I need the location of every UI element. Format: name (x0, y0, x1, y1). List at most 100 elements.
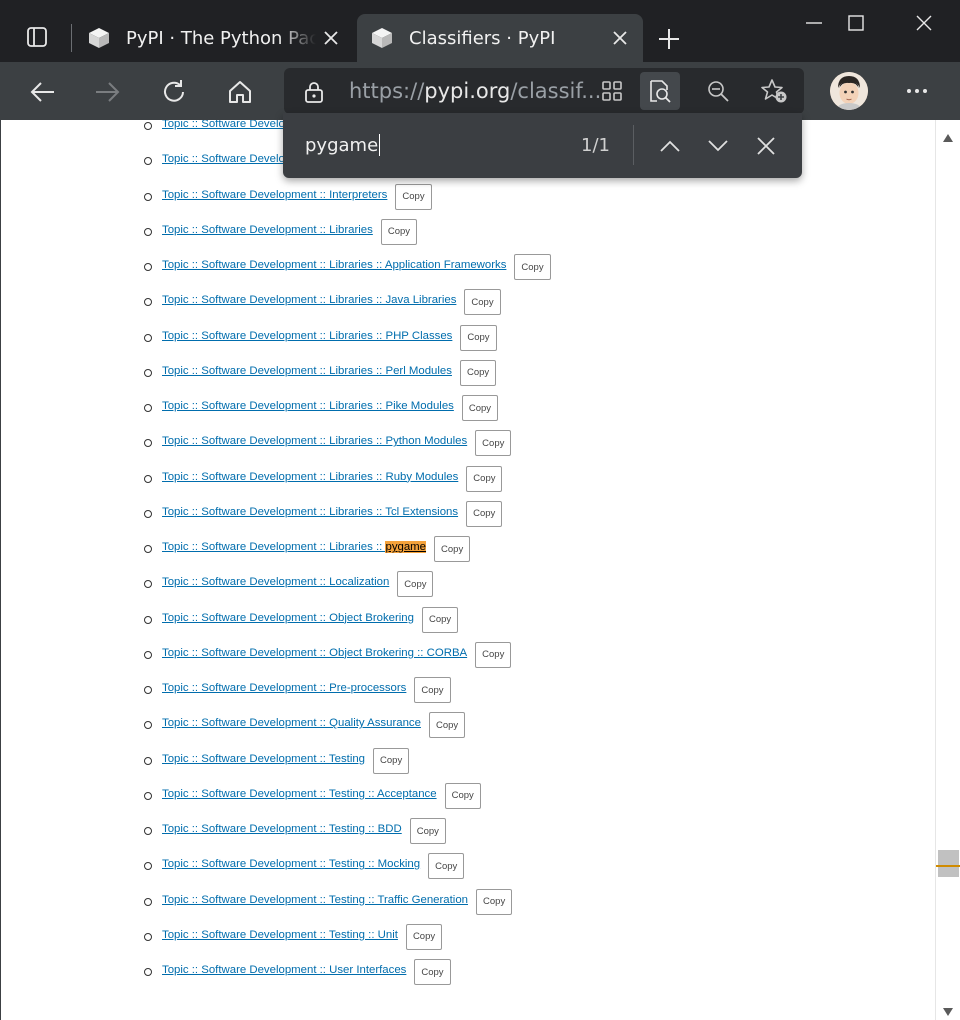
classifier-link[interactable]: Topic :: Software Development :: Librari… (162, 294, 456, 306)
bullet-icon (144, 157, 152, 166)
sidebar-icon[interactable] (22, 22, 52, 52)
maximize-icon[interactable] (838, 8, 874, 38)
home-icon[interactable] (222, 74, 258, 110)
package-icon (86, 25, 112, 51)
copy-button[interactable]: Copy (514, 254, 551, 280)
plus-icon[interactable] (654, 24, 684, 54)
copy-button[interactable]: Copy (405, 923, 443, 950)
copy-button[interactable]: Copy (466, 500, 503, 527)
package-icon (369, 25, 395, 51)
find-match-count: 1/1 (581, 135, 610, 156)
classifier-link[interactable]: Topic :: Software Development :: Librari… (162, 506, 458, 518)
copy-button[interactable]: Copy (466, 465, 503, 492)
bullet-icon (144, 756, 152, 765)
classifier-link[interactable]: Topic :: Software Development :: Testing… (162, 858, 420, 870)
copy-button[interactable]: Copy (409, 818, 446, 844)
refresh-icon[interactable] (156, 74, 192, 110)
classifier-link[interactable]: Topic :: Software Development :: Librari… (162, 435, 467, 447)
tab-title: PyPI · The Python Package Index (126, 27, 316, 49)
classifier-link[interactable]: Topic :: Software Development :: Object … (162, 612, 414, 624)
find-next-icon[interactable] (701, 129, 735, 163)
find-close-icon[interactable] (749, 129, 783, 163)
classifier-link[interactable]: Topic :: Software Development :: Testing… (162, 788, 437, 800)
copy-button[interactable]: Copy (460, 324, 497, 351)
back-icon[interactable] (24, 74, 60, 110)
more-icon[interactable] (902, 74, 932, 108)
bullet-icon (144, 404, 152, 412)
copy-button[interactable]: Copy (475, 641, 512, 668)
zoom-out-icon[interactable] (698, 72, 738, 110)
classifier-link[interactable]: Topic :: Software Development :: Localiz… (162, 576, 389, 588)
minimize-icon[interactable] (796, 8, 832, 38)
classifier-link[interactable]: Topic :: Software Development :: Librari… (162, 400, 454, 412)
url-text: https://pypi.org/classif... (349, 79, 602, 103)
scrollbar-thumb[interactable] (938, 850, 959, 877)
tab-pypi-home[interactable]: PyPI · The Python Package Index (74, 14, 354, 62)
classifier-link[interactable]: Topic :: Software Development :: Librari… (162, 471, 458, 483)
tab-classifiers[interactable]: Classifiers · PyPI (357, 14, 643, 62)
classifier-link[interactable]: Topic :: Software Development :: Librari… (162, 365, 452, 377)
address-bar[interactable]: https://pypi.org/classif... (284, 68, 804, 114)
title-bar: PyPI · The Python Package Index Classifi… (0, 0, 960, 62)
find-icon[interactable] (640, 72, 680, 110)
bullet-icon (144, 897, 152, 906)
copy-button[interactable]: Copy (380, 218, 418, 245)
copy-button[interactable]: Copy (464, 289, 501, 316)
copy-button[interactable]: Copy (459, 359, 497, 386)
copy-button[interactable]: Copy (428, 853, 465, 880)
bullet-icon (144, 298, 152, 307)
classifier-link[interactable]: Topic :: Software Development :: Librari… (162, 541, 427, 553)
copy-button[interactable]: Copy (444, 782, 481, 809)
classifier-link[interactable]: Topic :: Software Development :: Pre-pro… (162, 682, 406, 694)
bullet-icon (144, 122, 152, 130)
apps-icon[interactable] (592, 72, 632, 110)
scroll-down-icon[interactable] (942, 1002, 954, 1016)
bullet-icon (144, 650, 152, 659)
copy-button[interactable]: Copy (434, 536, 471, 562)
classifier-link[interactable]: Topic :: Software Development :: Testing… (162, 894, 468, 906)
find-previous-icon[interactable] (653, 129, 687, 163)
bullet-icon (144, 862, 152, 871)
classifier-link[interactable]: Topic :: Software Development :: Interpr… (162, 189, 387, 201)
classifier-link[interactable]: Topic :: Software Development :: Librari… (162, 330, 452, 342)
bullet-icon (144, 968, 152, 976)
classifier-link[interactable]: Topic :: Software Development :: Librari… (162, 224, 373, 236)
copy-button[interactable]: Copy (373, 747, 410, 774)
classifier-link[interactable]: Topic :: Software Development :: Testing (162, 753, 365, 765)
bullet-icon (144, 791, 152, 800)
close-icon[interactable] (316, 23, 346, 53)
bullet-icon (144, 827, 152, 835)
classifier-link[interactable]: Topic :: Software Development :: Object … (162, 647, 467, 659)
vertical-scrollbar[interactable] (935, 120, 960, 1020)
copy-button[interactable]: Copy (428, 712, 466, 739)
bullet-icon (144, 545, 152, 553)
copy-button[interactable]: Copy (476, 888, 513, 915)
find-highlight: pygame (385, 541, 427, 553)
copy-button[interactable]: Copy (414, 959, 451, 985)
close-window-icon[interactable] (906, 8, 942, 38)
classifier-link[interactable]: Topic :: Software Development :: Librari… (162, 259, 506, 271)
favorites-add-icon[interactable] (754, 72, 794, 110)
avatar[interactable] (830, 72, 868, 110)
copy-button[interactable]: Copy (397, 571, 434, 598)
bullet-icon (144, 439, 152, 448)
page-content: Topic :: Software Development :: Interna… (0, 120, 935, 1020)
copy-button[interactable]: Copy (461, 395, 499, 421)
scroll-up-icon[interactable] (942, 128, 954, 142)
copy-button[interactable]: Copy (414, 677, 451, 703)
forward-icon[interactable] (90, 74, 126, 110)
classifier-link[interactable]: Topic :: Software Development :: Testing… (162, 929, 398, 941)
bullet-icon (144, 580, 152, 589)
find-input[interactable]: pygame (305, 134, 381, 156)
copy-button[interactable]: Copy (475, 430, 512, 457)
classifier-link[interactable]: Topic :: Software Development :: Testing… (162, 823, 402, 835)
classifier-link[interactable]: Topic :: Software Development :: User In… (162, 964, 406, 976)
copy-button[interactable]: Copy (421, 606, 459, 633)
close-icon[interactable] (605, 23, 635, 53)
classifier-link[interactable]: Topic :: Software Development :: Quality… (162, 717, 421, 729)
bullet-icon (144, 932, 152, 941)
bullet-icon (144, 192, 152, 201)
lock-icon[interactable] (302, 80, 326, 104)
bullet-icon (144, 263, 152, 271)
copy-button[interactable]: Copy (395, 183, 432, 210)
